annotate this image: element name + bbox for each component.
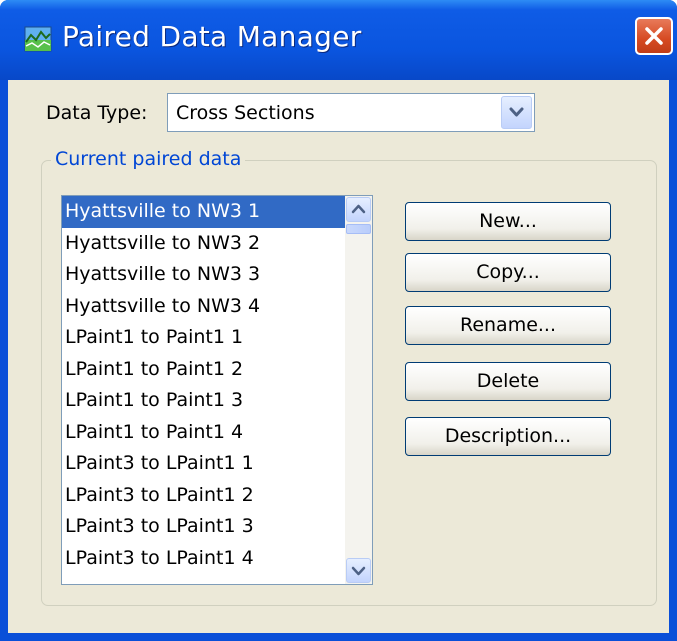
title-bar[interactable]: Paired Data Manager <box>0 0 677 80</box>
list-item[interactable]: LPaint3 to LPaint1 2 <box>62 480 345 512</box>
data-type-value: Cross Sections <box>176 102 315 124</box>
list-item[interactable]: LPaint1 to Paint1 1 <box>62 322 345 354</box>
list-item[interactable]: LPaint1 to Paint1 3 <box>62 385 345 417</box>
delete-button[interactable]: Delete <box>405 362 611 401</box>
scrollbar-thumb[interactable] <box>346 224 371 234</box>
description-button[interactable]: Description... <box>405 417 611 456</box>
paired-data-manager-window: Paired Data Manager Data Type: Cross Sec… <box>0 0 677 641</box>
arrow-up-icon <box>351 204 366 214</box>
group-legend: Current paired data <box>51 148 246 170</box>
arrow-down-icon <box>351 566 366 576</box>
list-item[interactable]: Hyattsville to NW3 2 <box>62 228 345 260</box>
list-item[interactable]: Hyattsville to NW3 3 <box>62 259 345 291</box>
list-item[interactable]: Hyattsville to NW3 4 <box>62 291 345 323</box>
dialog-body: Data Type: Cross Sections Current paired… <box>8 80 669 633</box>
list-item[interactable]: LPaint3 to LPaint1 4 <box>62 543 345 575</box>
scroll-down-button[interactable] <box>346 558 371 583</box>
paired-data-list[interactable]: Hyattsville to NW3 1 Hyattsville to NW3 2… <box>61 195 373 585</box>
dropdown-button[interactable] <box>501 96 532 129</box>
list-item[interactable]: Hyattsville to NW3 1 <box>62 196 345 228</box>
window-title: Paired Data Manager <box>62 20 362 53</box>
rename-button[interactable]: Rename... <box>405 306 611 345</box>
chevron-down-icon <box>509 107 524 117</box>
vertical-scrollbar[interactable] <box>345 196 372 584</box>
paired-data-icon <box>24 26 52 52</box>
list-item[interactable]: LPaint3 to LPaint1 3 <box>62 511 345 543</box>
list-item[interactable]: LPaint1 to Paint1 4 <box>62 417 345 449</box>
data-type-label: Data Type: <box>46 102 148 124</box>
new-button[interactable]: New... <box>405 202 611 241</box>
list-item[interactable]: LPaint3 to LPaint1 1 <box>62 448 345 480</box>
list-items: Hyattsville to NW3 1 Hyattsville to NW3 2… <box>62 196 345 574</box>
copy-button[interactable]: Copy... <box>405 253 611 292</box>
scroll-up-button[interactable] <box>346 197 371 222</box>
data-type-dropdown[interactable]: Cross Sections <box>167 93 535 132</box>
close-button[interactable] <box>635 17 673 55</box>
list-item[interactable]: LPaint1 to Paint1 2 <box>62 354 345 386</box>
